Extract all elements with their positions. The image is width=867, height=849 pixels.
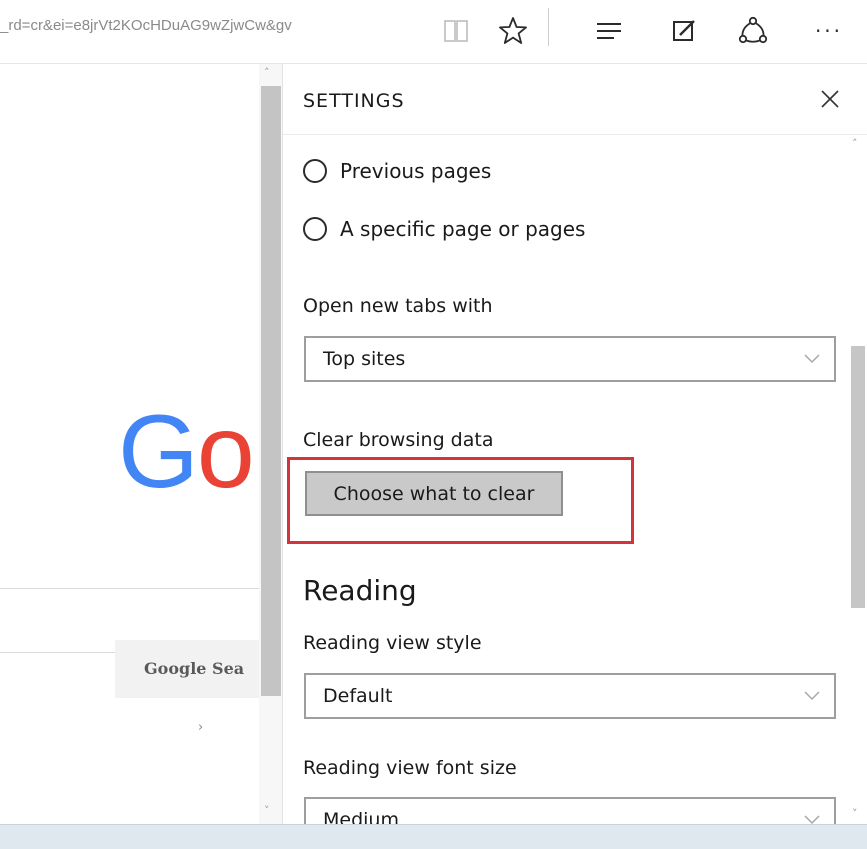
google-logo: Go <box>118 400 255 504</box>
choose-what-to-clear-button[interactable]: Choose what to clear <box>305 471 563 516</box>
page-scrollbar-thumb[interactable] <box>261 86 281 696</box>
more-icon[interactable]: ··· <box>808 14 850 48</box>
reading-font-select[interactable]: Medium <box>304 797 836 824</box>
new-tabs-value: Top sites <box>323 348 406 370</box>
reading-style-label: Reading view style <box>303 632 482 654</box>
reading-font-label: Reading view font size <box>303 757 517 779</box>
radio-specific-pages[interactable]: A specific page or pages <box>303 217 585 241</box>
new-tabs-label: Open new tabs with <box>303 295 493 317</box>
reading-heading: Reading <box>303 574 417 607</box>
reading-font-value: Medium <box>323 809 399 824</box>
title-divider <box>283 134 867 135</box>
panel-scrollbar-thumb[interactable] <box>851 346 865 608</box>
share-icon[interactable] <box>733 14 773 48</box>
logo-letter-g: G <box>118 394 199 510</box>
google-page: Go Google Sea › <box>0 64 260 824</box>
status-bar <box>0 824 867 849</box>
clear-data-label: Clear browsing data <box>303 429 494 451</box>
hub-icon[interactable] <box>591 14 627 48</box>
chevron-down-icon <box>804 691 820 701</box>
panel-title: SETTINGS <box>303 90 405 112</box>
scroll-up-arrow-icon[interactable]: ˄ <box>852 137 858 150</box>
browser-toolbar: _rd=cr&ei=e8jrVt2KOcHDuAG9wZjwCw&gv ··· <box>0 0 867 64</box>
web-note-icon[interactable] <box>666 14 702 48</box>
new-tabs-select[interactable]: Top sites <box>304 336 836 382</box>
page-scrollbar[interactable]: ˄ ˅ <box>259 64 282 824</box>
favorite-star-icon[interactable] <box>495 14 531 48</box>
radio-circle-icon[interactable] <box>303 159 327 183</box>
reading-style-value: Default <box>323 685 393 707</box>
close-icon[interactable] <box>815 84 845 114</box>
radio-previous-pages[interactable]: Previous pages <box>303 159 491 183</box>
chevron-down-icon <box>804 815 820 824</box>
settings-panel: SETTINGS Previous pages A specific page … <box>282 64 867 824</box>
radio-label: A specific page or pages <box>340 217 586 241</box>
panel-scrollbar[interactable]: ˄ ˅ <box>848 135 867 824</box>
chevron-right-icon: › <box>198 720 204 735</box>
radio-label: Previous pages <box>340 159 492 183</box>
reading-style-select[interactable]: Default <box>304 673 836 719</box>
reading-view-icon[interactable] <box>437 14 475 48</box>
scroll-down-arrow-icon[interactable]: ˅ <box>264 804 270 817</box>
radio-circle-icon[interactable] <box>303 217 327 241</box>
search-box-top-edge <box>0 588 260 589</box>
toolbar-divider <box>548 8 549 46</box>
logo-letter-o: o <box>196 394 255 510</box>
chevron-down-icon <box>804 354 820 364</box>
address-bar-url[interactable]: _rd=cr&ei=e8jrVt2KOcHDuAG9wZjwCw&gv <box>0 17 425 34</box>
scroll-down-arrow-icon[interactable]: ˅ <box>852 807 858 820</box>
scroll-up-arrow-icon[interactable]: ˄ <box>264 66 270 79</box>
google-search-button[interactable]: Google Sea <box>115 640 260 698</box>
